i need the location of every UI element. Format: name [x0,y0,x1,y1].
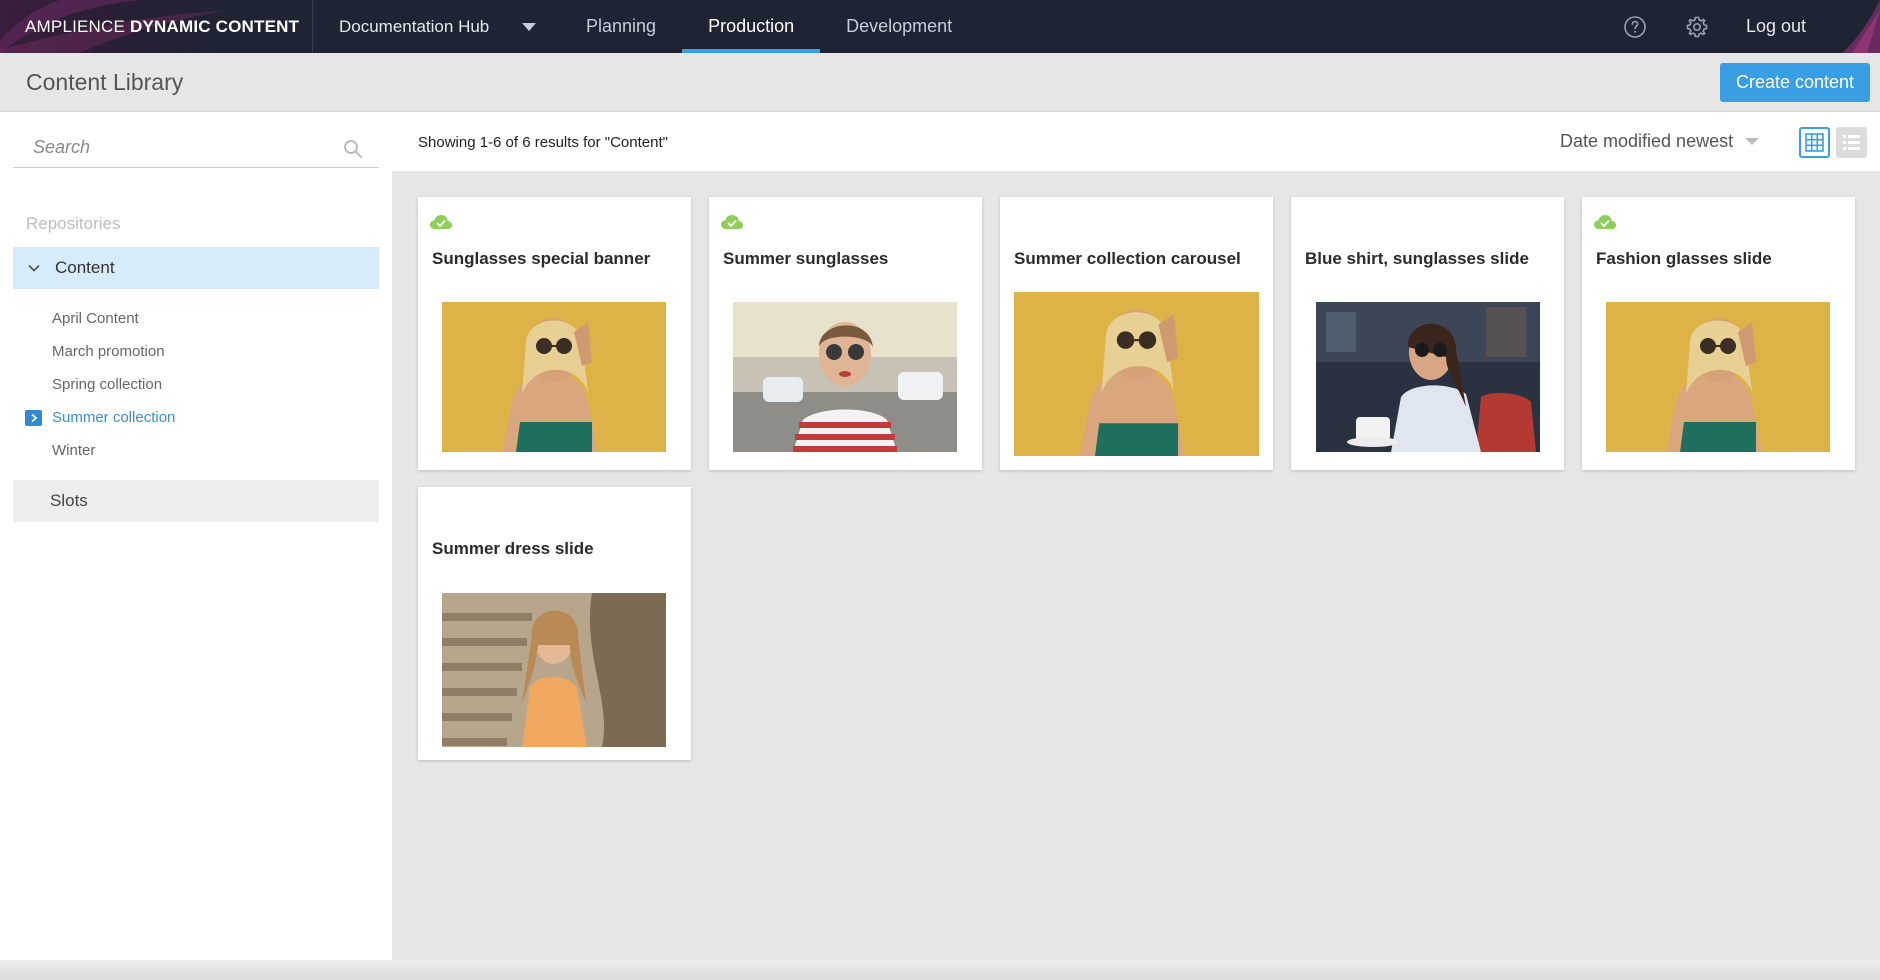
content-grid: Sunglasses special banner Summer sunglas… [392,171,1880,980]
yellow-wall-woman-image [442,302,666,452]
list-icon [1843,135,1860,150]
grid-view-button[interactable] [1799,127,1830,158]
hub-selector[interactable]: Documentation Hub [313,0,560,53]
folder-summer-collection[interactable]: Summer collection [0,401,392,434]
help-circle-icon [1624,15,1646,38]
help-button[interactable] [1604,0,1666,53]
card-thumbnail [1316,302,1540,452]
yellow-wall-woman-image [1014,292,1259,456]
folder-spring-collection[interactable]: Spring collection [0,368,392,401]
corner-swoosh-graphic [1842,0,1880,53]
repository-content[interactable]: Content [13,247,379,289]
steps-orange-dress-woman-image [442,593,666,747]
card-thumbnail [733,302,957,452]
folder-label: Summer collection [52,409,176,426]
create-content-button[interactable]: Create content [1720,63,1870,102]
results-count: Showing 1-6 of 6 results for "Content" [418,134,668,151]
card-thumbnail [1014,292,1259,456]
chevron-down-icon[interactable] [27,261,41,275]
sort-label: Date modified newest [1560,131,1734,151]
card-thumbnail [442,593,666,747]
search-input[interactable] [13,128,333,166]
chevron-right-glyph [30,413,37,423]
settings-button[interactable] [1666,0,1728,53]
repository-slots[interactable]: Slots [13,480,379,522]
results-toolbar: Showing 1-6 of 6 results for "Content" D… [392,112,1880,171]
hub-name: Documentation Hub [339,16,490,36]
folder-list: April Content March promotion Spring col… [0,302,392,467]
list-view-button[interactable] [1836,127,1867,158]
search-box [13,128,379,168]
top-navigation: AMPLIENCE DYNAMIC CONTENT Documentation … [0,0,1880,53]
search-icon[interactable] [343,139,363,159]
content-card[interactable]: Summer sunglasses [709,197,982,470]
chevron-down-icon [1745,138,1760,145]
brand-name: AMPLIENCE DYNAMIC CONTENT [25,16,300,36]
card-thumbnail [442,302,666,452]
published-cloud-icon [721,215,743,229]
content-card[interactable]: Summer dress slide [418,487,691,760]
page-title: Content Library [26,69,184,95]
published-cloud-icon [1594,215,1616,229]
tab-production[interactable]: Production [682,0,821,53]
grid-icon [1805,133,1824,152]
street-striped-shirt-woman-image [733,302,957,452]
card-title: Blue shirt, sunglasses slide [1305,249,1529,268]
tab-planning[interactable]: Planning [560,0,682,53]
folder-march-promotion[interactable]: March promotion [0,335,392,368]
content-card[interactable]: Blue shirt, sunglasses slide [1291,197,1564,470]
content-card[interactable]: Sunglasses special banner [418,197,691,470]
sidebar: Repositories Content April Content March… [0,112,392,980]
published-cloud-icon [430,215,452,229]
bottom-edge [0,960,1880,980]
chevron-right-icon[interactable] [25,410,42,426]
nav-corner-graphic [1832,0,1880,53]
folder-april-content[interactable]: April Content [0,302,392,335]
card-title: Fashion glasses slide [1596,249,1772,268]
card-title: Sunglasses special banner [432,249,651,268]
content-card[interactable]: Summer collection carousel [1000,197,1273,470]
chevron-down-icon [522,22,536,31]
library-header: Content Library Create content [0,53,1880,112]
repository-label: Content [55,258,115,277]
folder-winter[interactable]: Winter [0,434,392,467]
tab-development[interactable]: Development [820,0,978,53]
card-title: Summer sunglasses [723,249,889,268]
sort-dropdown[interactable]: Date modified newest [1560,131,1760,152]
cafe-blue-shirt-woman-image [1316,302,1540,452]
content-card[interactable]: Fashion glasses slide [1582,197,1855,470]
card-title: Summer collection carousel [1014,249,1241,268]
card-thumbnail [1606,302,1830,452]
repositories-label: Repositories [26,214,121,233]
gear-icon [1686,16,1708,37]
brand-logo: AMPLIENCE DYNAMIC CONTENT [0,0,313,53]
card-title: Summer dress slide [432,539,594,558]
logout-link[interactable]: Log out [1728,0,1832,53]
yellow-wall-woman-image [1606,302,1830,452]
